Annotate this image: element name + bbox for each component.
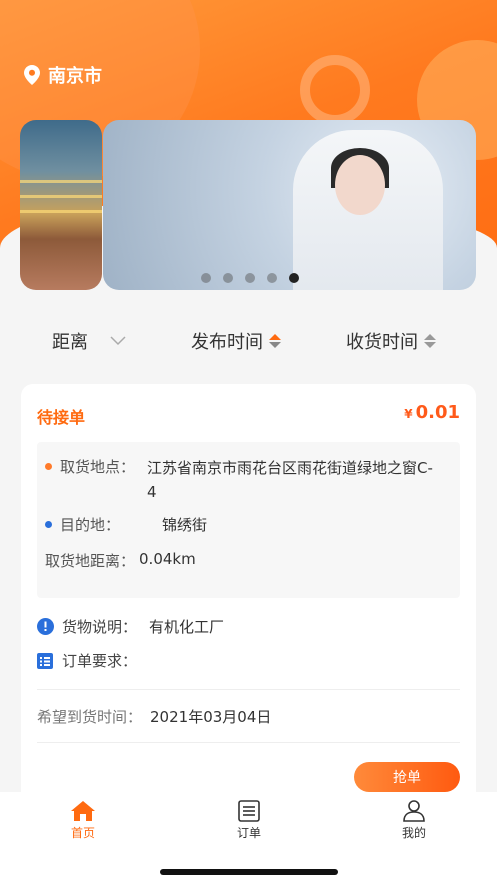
banner-slide-current[interactable] (103, 120, 476, 290)
banner-figure-face (335, 155, 385, 215)
location-pin-icon (24, 65, 40, 85)
tab-profile[interactable]: 我的 (374, 800, 454, 841)
expected-time-value: 2021年03月04日 (150, 708, 272, 726)
order-card[interactable]: 待接单 ¥0.01 取货地点： 江苏省南京市雨花台区雨花街道绿地之窗C-4 目的… (21, 384, 476, 804)
order-list-icon (238, 800, 260, 822)
divider (37, 742, 460, 743)
order-price: ¥0.01 (404, 402, 460, 423)
goods-row: 货物说明： 有机化工厂 (37, 616, 224, 637)
goods-value: 有机化工厂 (149, 618, 225, 636)
distance-label: 取货地距离： (45, 552, 136, 570)
filter-publish-time-label: 发布时间 (191, 332, 263, 353)
banner-dot[interactable] (267, 273, 277, 283)
tab-home-label: 首页 (70, 826, 95, 840)
pickup-value: 江苏省南京市雨花台区雨花街道绿地之窗C-4 (147, 459, 433, 501)
decor-ring (300, 55, 370, 125)
tab-home[interactable]: 首页 (43, 800, 123, 841)
price-value: 0.01 (415, 402, 460, 423)
banner-decor (20, 180, 102, 183)
profile-icon (403, 800, 425, 822)
banner-slide-prev[interactable] (20, 120, 102, 290)
distance-row: 取货地距离： 0.04km (45, 550, 196, 571)
banner-decor (20, 210, 102, 213)
filter-distance[interactable]: 距离 (52, 328, 126, 354)
divider (37, 689, 460, 690)
filter-bar: 距离 发布时间 收货时间 (0, 318, 497, 366)
filter-distance-label: 距离 (52, 332, 88, 353)
filter-receive-time-label: 收货时间 (346, 332, 418, 353)
city-selector[interactable]: 南京市 (24, 62, 102, 88)
address-box: 取货地点： 江苏省南京市雨花台区雨花街道绿地之窗C-4 目的地： 锦绣街 取货地… (37, 442, 460, 598)
expected-time-label: 希望到货时间： (37, 708, 143, 726)
banner-dot[interactable] (245, 273, 255, 283)
destination-value: 锦绣街 (162, 516, 208, 534)
requirement-label: 订单要求： (62, 652, 138, 670)
sort-icon (269, 334, 281, 348)
tab-profile-label: 我的 (401, 826, 426, 840)
currency-symbol: ¥ (404, 407, 413, 421)
pickup-row: 取货地点： 江苏省南京市雨花台区雨花街道绿地之窗C-4 (45, 456, 445, 504)
pickup-dot (45, 463, 52, 470)
checklist-icon (37, 652, 53, 669)
tab-orders[interactable]: 订单 (209, 800, 289, 841)
banner-dot[interactable] (223, 273, 233, 283)
filter-receive-time[interactable]: 收货时间 (346, 328, 436, 354)
info-icon (37, 618, 54, 635)
destination-row: 目的地： 锦绣街 (45, 514, 207, 535)
grab-order-button[interactable]: 抢单 (354, 762, 460, 792)
city-name: 南京市 (48, 66, 102, 87)
pickup-label: 取货地点： (60, 458, 136, 476)
filter-publish-time[interactable]: 发布时间 (191, 328, 281, 354)
requirement-row: 订单要求： (37, 650, 149, 671)
tab-orders-label: 订单 (236, 826, 261, 840)
banner-indicator[interactable] (201, 273, 299, 283)
banner-dot-active[interactable] (289, 273, 299, 283)
expected-time-row: 希望到货时间： 2021年03月04日 (37, 706, 271, 727)
destination-dot (45, 521, 52, 528)
home-icon (71, 801, 95, 821)
sort-icon (424, 334, 436, 348)
distance-value: 0.04km (139, 550, 196, 568)
banner-dot[interactable] (201, 273, 211, 283)
banner-decor (20, 195, 102, 198)
goods-label: 货物说明： (62, 618, 138, 636)
home-indicator (160, 869, 338, 875)
destination-label: 目的地： (60, 516, 121, 534)
chevron-down-icon (110, 336, 126, 346)
order-status: 待接单 (37, 408, 86, 427)
